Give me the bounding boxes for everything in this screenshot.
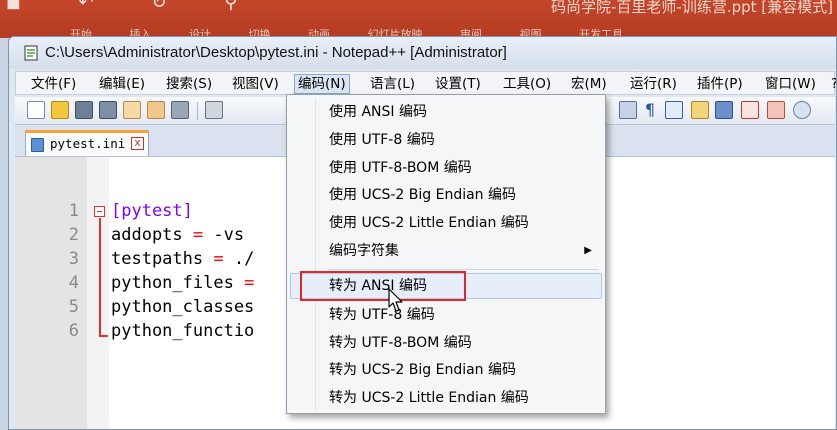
menu-bar: 文件(F) 编辑(E) 搜索(S) 视图(V) 编码(N) 语言(L) 设置(T… xyxy=(15,71,836,95)
menu-file[interactable]: 文件(F) xyxy=(28,74,79,94)
menu-view[interactable]: 视图(V) xyxy=(229,74,282,94)
menu-item-use-ucs2-be[interactable]: 使用 UCS-2 Big Endian 编码 xyxy=(290,182,602,208)
tab-close-icon[interactable]: x xyxy=(131,137,144,150)
code-line: testpaths = ./ xyxy=(111,249,254,269)
monitor-icon[interactable] xyxy=(793,101,811,119)
ini-key: python_functio xyxy=(111,321,255,341)
ini-value: ./ xyxy=(233,249,255,269)
menu-help[interactable]: ? xyxy=(828,74,836,94)
menu-settings[interactable]: 设置(T) xyxy=(432,74,484,94)
ini-operator: = xyxy=(203,249,234,269)
annotation-highlight-frame xyxy=(300,271,466,301)
code-line: python_files = xyxy=(111,273,254,293)
menu-item-convert-utf8-bom[interactable]: 转为 UTF-8-BOM 编码 xyxy=(290,330,602,356)
menu-item-use-ansi[interactable]: 使用 ANSI 编码 xyxy=(290,99,602,125)
line-number: 5 xyxy=(68,297,79,317)
new-file-icon[interactable] xyxy=(27,101,45,119)
ini-value: -vs xyxy=(213,225,245,245)
save-icon[interactable] xyxy=(75,101,93,119)
menu-plugins[interactable]: 插件(P) xyxy=(694,74,746,94)
cut-icon[interactable] xyxy=(205,101,223,119)
line-number: 4 xyxy=(68,273,79,293)
menu-item-use-utf8-bom[interactable]: 使用 UTF-8-BOM 编码 xyxy=(290,155,602,181)
ini-key: testpaths xyxy=(111,249,204,269)
fold-guide-end xyxy=(99,335,108,337)
background-powerpoint-titlebar: ◼ ↶ ↻ ⚲ 开始 插入 设计 切换 动画 幻灯片放映 审阅 视图 开发工具 … xyxy=(0,0,837,38)
menu-item-convert-utf8[interactable]: 转为 UTF-8 编码 xyxy=(290,302,602,328)
word-wrap-icon[interactable] xyxy=(619,101,637,119)
open-file-icon[interactable] xyxy=(51,101,69,119)
window-title: C:\Users\Administrator\Desktop\pytest.in… xyxy=(45,44,507,61)
save-all-icon[interactable] xyxy=(99,101,117,119)
ppt-window-title: 码尚学院-百里老师-训练营.ppt [兼容模式] xyxy=(551,0,833,16)
line-number: 2 xyxy=(68,225,79,245)
print-icon[interactable] xyxy=(171,101,189,119)
menu-item-use-utf8[interactable]: 使用 UTF-8 编码 xyxy=(290,127,602,153)
fold-guide-line xyxy=(99,218,101,336)
menu-encoding[interactable]: 编码(N) xyxy=(294,74,350,94)
menu-item-character-sets[interactable]: 编码字符集 ▶ xyxy=(290,238,602,264)
code-line: addopts = -vs xyxy=(111,225,244,245)
menu-language[interactable]: 语言(L) xyxy=(367,74,418,94)
file-save-state-icon xyxy=(31,138,44,152)
code-line: [pytest] xyxy=(111,201,193,221)
menu-run[interactable]: 运行(R) xyxy=(627,74,680,94)
line-number-gutter: 1 2 3 4 5 6 xyxy=(15,157,87,429)
menu-edit[interactable]: 编辑(E) xyxy=(96,74,148,94)
code-line: python_classes xyxy=(111,297,254,317)
close-icon[interactable] xyxy=(123,101,141,119)
section-header: [pytest] xyxy=(111,201,193,221)
tab-label: pytest.ini xyxy=(50,136,126,151)
show-all-chars-icon[interactable]: ¶ xyxy=(641,101,659,119)
close-all-icon[interactable] xyxy=(147,101,165,119)
indent-guide-icon[interactable] xyxy=(665,101,683,119)
ini-key: python_files xyxy=(111,273,234,293)
menu-window[interactable]: 窗口(W) xyxy=(762,74,819,94)
ini-key: addopts xyxy=(111,225,183,245)
window-titlebar[interactable]: C:\Users\Administrator\Desktop\pytest.in… xyxy=(9,37,836,69)
menu-item-convert-ucs2-be[interactable]: 转为 UCS-2 Big Endian 编码 xyxy=(290,357,602,383)
menu-tools[interactable]: 工具(O) xyxy=(500,74,554,94)
menu-separator xyxy=(327,269,599,270)
doc-map-icon[interactable] xyxy=(691,101,709,119)
menu-item-use-ucs2-le[interactable]: 使用 UCS-2 Little Endian 编码 xyxy=(290,210,602,236)
ini-operator: = xyxy=(233,273,255,293)
menu-search[interactable]: 搜索(S) xyxy=(163,74,215,94)
code-line: python_functio xyxy=(111,321,254,341)
line-number: 1 xyxy=(68,201,79,221)
line-number: 6 xyxy=(68,321,79,341)
fold-collapse-icon[interactable] xyxy=(94,206,105,217)
tab-pytest-ini[interactable]: pytest.ini x xyxy=(25,130,149,156)
toolbar-separator xyxy=(197,102,198,120)
mouse-cursor-icon xyxy=(388,288,403,312)
fold-margin xyxy=(87,157,109,429)
submenu-arrow-icon: ▶ xyxy=(584,245,592,256)
menu-item-label: 编码字符集 xyxy=(329,243,399,259)
menu-macro[interactable]: 宏(M) xyxy=(568,74,610,94)
folder-workspace-icon[interactable] xyxy=(741,101,759,119)
ini-key: python_classes xyxy=(111,297,255,317)
menu-item-convert-ucs2-le[interactable]: 转为 UCS-2 Little Endian 编码 xyxy=(290,385,602,411)
function-list-icon[interactable] xyxy=(715,101,733,119)
line-number: 3 xyxy=(68,249,79,269)
encoding-dropdown-menu: 使用 ANSI 编码 使用 UTF-8 编码 使用 UTF-8-BOM 编码 使… xyxy=(286,94,606,414)
ini-operator: = xyxy=(182,225,214,245)
ppt-quick-access-icons: ◼ ↶ ↻ ⚲ xyxy=(6,0,264,13)
notepadpp-app-icon xyxy=(24,45,38,61)
pdf-icon[interactable] xyxy=(767,101,785,119)
